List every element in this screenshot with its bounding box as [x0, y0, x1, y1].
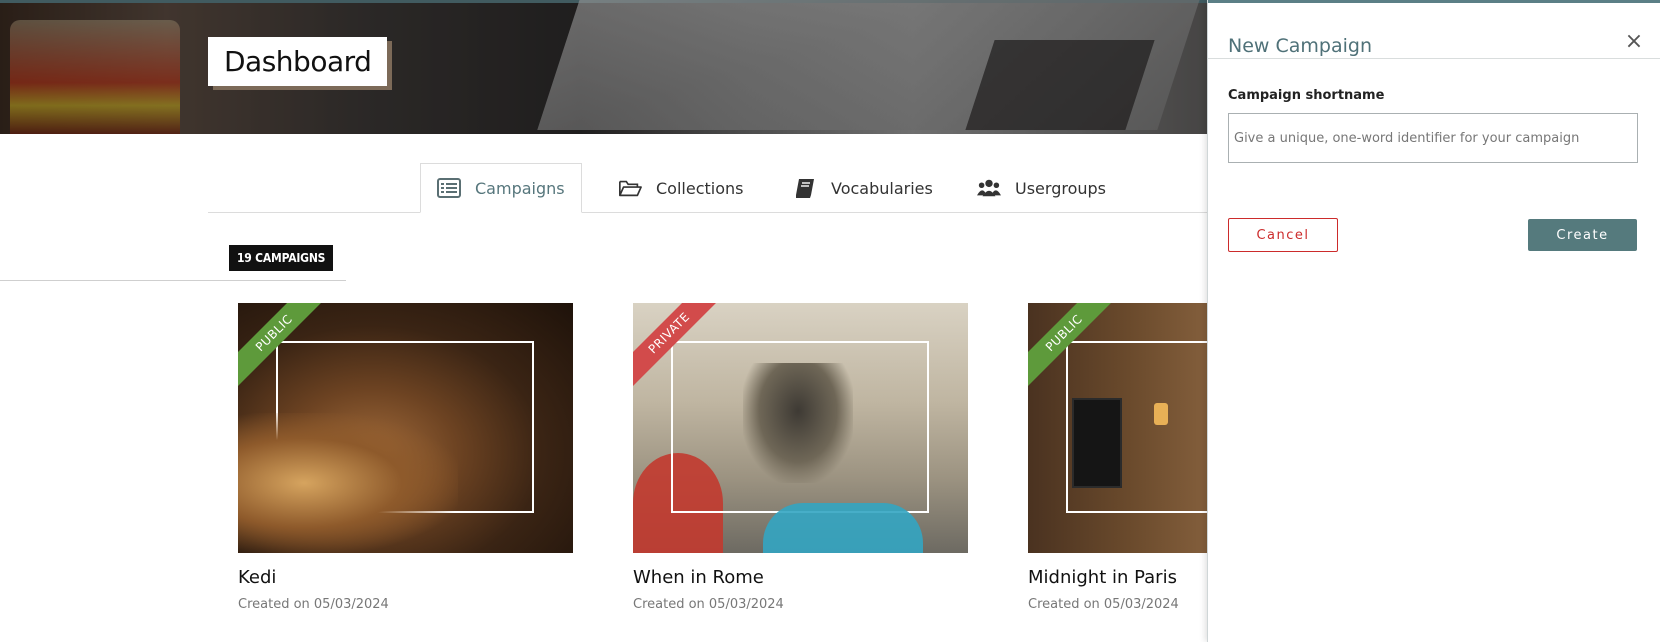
campaign-title[interactable]: When in Rome [633, 567, 968, 591]
users-icon [977, 176, 1001, 200]
panel-title: New Campaign [1228, 35, 1372, 57]
campaign-date: Created on 05/03/2024 [633, 597, 784, 612]
list-icon [437, 176, 461, 200]
campaign-thumbnail[interactable]: PUBLIC [238, 303, 573, 553]
cancel-button[interactable]: Cancel [1228, 218, 1338, 252]
campaign-thumbnail[interactable]: PRIVATE [633, 303, 968, 553]
campaign-card-kedi[interactable]: PUBLIC Kedi Created on 05/03/2024 [238, 303, 573, 612]
panel-header: New Campaign × [1208, 0, 1660, 59]
tab-label: Collections [656, 178, 744, 198]
folder-open-icon [618, 176, 642, 200]
tab-campaigns[interactable]: Campaigns [420, 163, 582, 213]
campaign-count-badge: 19 CAMPAIGNS [229, 245, 334, 271]
page-title: Dashboard [208, 37, 388, 86]
tab-label: Campaigns [475, 178, 565, 198]
shortname-input[interactable] [1228, 113, 1638, 163]
tab-vocabularies[interactable]: Vocabularies [793, 163, 933, 213]
tab-label: Vocabularies [831, 178, 933, 198]
shortname-label: Campaign shortname [1228, 88, 1385, 103]
campaign-card-rome[interactable]: PRIVATE When in Rome Created on 05/03/20… [633, 303, 968, 612]
tab-label: Usergroups [1015, 178, 1106, 198]
close-icon[interactable]: × [1623, 31, 1645, 53]
tab-collections[interactable]: Collections [618, 163, 743, 213]
count-divider [0, 280, 346, 281]
campaign-date: Created on 05/03/2024 [238, 597, 389, 612]
book-icon [793, 176, 817, 200]
campaign-title[interactable]: Kedi [238, 567, 573, 591]
create-button[interactable]: Create [1528, 219, 1637, 251]
new-campaign-panel: New Campaign × Campaign shortname Cancel… [1207, 0, 1660, 642]
tab-usergroups[interactable]: Usergroups [977, 163, 1106, 213]
